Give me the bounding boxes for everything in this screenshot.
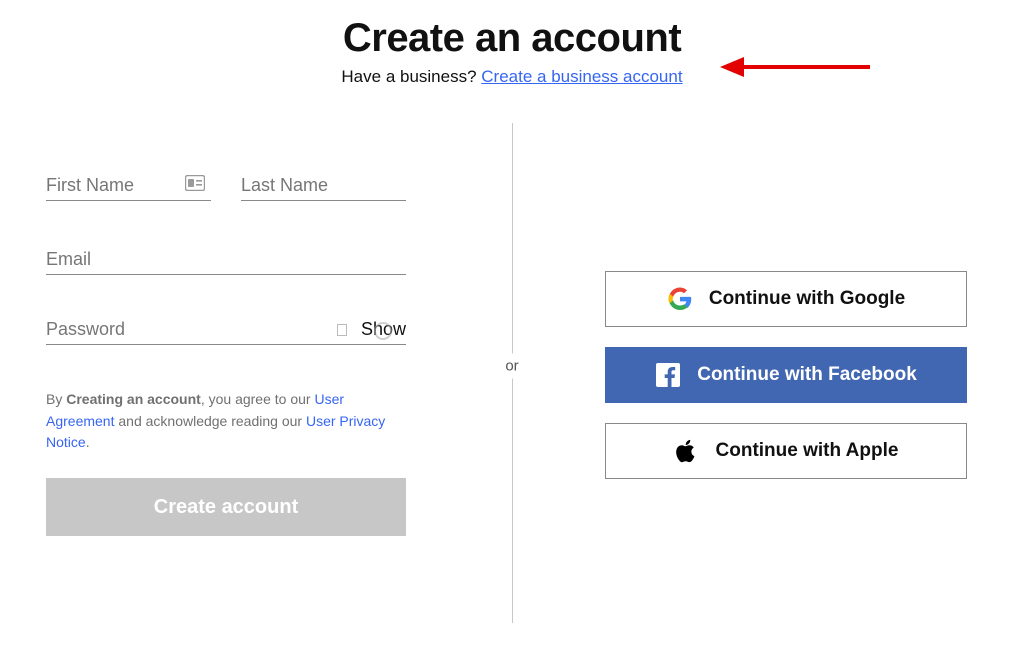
terms-text: By Creating an account, you agree to our… — [46, 389, 406, 454]
first-name-field-wrap — [46, 175, 211, 201]
continue-facebook-button[interactable]: Continue with Facebook — [605, 347, 967, 403]
arrow-annotation-icon — [720, 48, 870, 86]
business-prompt-text: Have a business? — [341, 67, 476, 86]
business-prompt: Have a business? Create a business accou… — [0, 67, 1024, 87]
password-input[interactable] — [46, 319, 337, 340]
facebook-button-label: Continue with Facebook — [697, 364, 917, 386]
show-password-checkbox[interactable] — [337, 324, 347, 336]
social-login-panel: Continue with Google Continue with Faceb… — [605, 271, 967, 499]
page-title: Create an account — [0, 16, 1024, 61]
id-card-icon — [185, 175, 205, 196]
terms-mid2: and acknowledge reading our — [114, 413, 305, 429]
terms-prefix: By — [46, 391, 66, 407]
name-row — [46, 175, 406, 201]
first-name-input[interactable] — [46, 175, 185, 196]
last-name-input[interactable] — [241, 175, 406, 196]
last-name-field-wrap — [241, 175, 406, 201]
or-separator: or — [499, 354, 524, 379]
google-button-label: Continue with Google — [709, 288, 905, 310]
continue-google-button[interactable]: Continue with Google — [605, 271, 967, 327]
email-field-wrap — [46, 249, 406, 275]
content-columns: or — [0, 123, 1024, 623]
google-icon — [667, 286, 693, 312]
create-account-button[interactable]: Create account — [46, 478, 406, 536]
business-account-link[interactable]: Create a business account — [481, 67, 682, 86]
signup-page: Create an account Have a business? Creat… — [0, 0, 1024, 645]
show-password-label[interactable]: Show — [361, 319, 406, 340]
header: Create an account Have a business? Creat… — [0, 0, 1024, 87]
email-input[interactable] — [46, 249, 406, 270]
terms-mid1: , you agree to our — [201, 391, 315, 407]
apple-button-label: Continue with Apple — [716, 440, 899, 462]
terms-suffix: . — [86, 434, 90, 450]
signup-form: Show By Creating an account, you agree t… — [46, 175, 406, 536]
terms-bold: Creating an account — [66, 391, 201, 407]
password-field-wrap: Show — [46, 319, 406, 345]
apple-icon — [674, 438, 700, 464]
facebook-icon — [655, 362, 681, 388]
continue-apple-button[interactable]: Continue with Apple — [605, 423, 967, 479]
